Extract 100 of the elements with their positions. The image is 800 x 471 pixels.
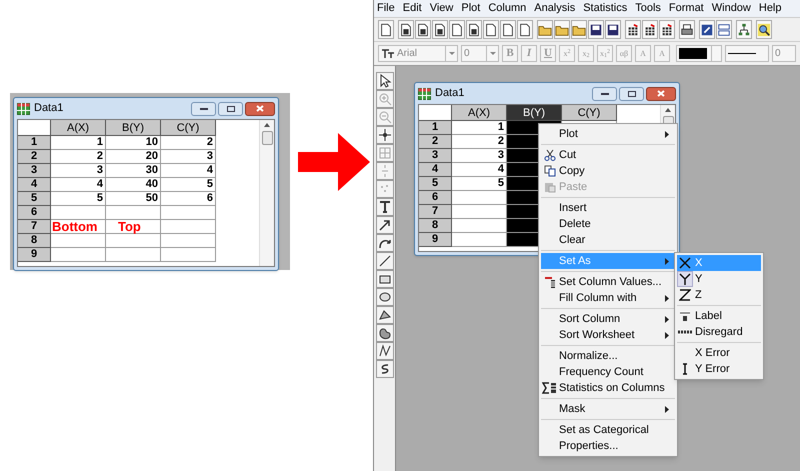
toolbar-button[interactable] [588,20,604,39]
maximize-button[interactable] [619,86,644,100]
tool-button[interactable] [376,324,394,342]
toolbar-button[interactable] [699,20,715,39]
menu-item[interactable]: Tools [635,0,661,17]
row-header[interactable]: 9 [419,233,452,247]
tool-button[interactable] [376,342,394,360]
row-header[interactable]: 3 [18,164,51,178]
toolbar-button[interactable] [415,20,431,39]
minimize-button[interactable] [592,86,617,100]
menu-item[interactable]: Column [488,0,526,17]
tool-button[interactable] [376,270,394,288]
menu-item[interactable]: Y Error [677,361,761,377]
row-header[interactable]: 3 [419,149,452,163]
row-header[interactable]: 8 [18,234,51,248]
scroll-thumb[interactable] [262,131,272,145]
toolbar-button[interactable] [466,20,482,39]
toolbar-button[interactable] [642,20,658,39]
menu-item[interactable]: File [377,0,395,17]
close-button[interactable] [245,102,275,116]
menu-item[interactable]: Label [677,308,761,324]
tool-button[interactable] [376,216,394,234]
toolbar-button[interactable] [756,20,772,39]
menu-item[interactable]: Y [677,271,761,287]
menu-item[interactable]: Properties... [541,438,675,454]
tool-button[interactable] [376,126,394,144]
toolbar-button[interactable] [736,20,752,39]
toolbar-button[interactable] [378,20,394,39]
menu-item[interactable]: Clear [541,232,675,248]
menu-item[interactable]: Set Column Values... [541,274,675,290]
menu-item[interactable]: Window [712,0,751,17]
menu-item[interactable]: Z [677,287,761,303]
toolbar-button[interactable] [500,20,516,39]
row-header[interactable]: 6 [18,206,51,220]
color-dropdown[interactable] [676,45,722,62]
toolbar-button[interactable] [483,20,499,39]
menu-item[interactable]: Plot [541,126,675,142]
row-header[interactable]: 1 [18,136,51,150]
menu-item[interactable]: Sort Worksheet [541,327,675,343]
row-header[interactable]: 6 [419,191,452,205]
menu-item[interactable]: Disregard [677,324,761,340]
tool-button[interactable] [376,252,394,270]
menu-item[interactable]: Statistics [583,0,628,17]
toolbar-button[interactable] [537,20,553,39]
menu-item[interactable]: Normalize... [541,348,675,364]
row-header[interactable]: 5 [419,177,452,191]
toolbar-button[interactable] [716,20,732,39]
table-corner[interactable] [18,120,51,136]
toolbar-button[interactable] [432,20,448,39]
menu-item[interactable]: Help [758,0,782,17]
row-header[interactable]: 2 [18,150,51,164]
toolbar-button[interactable] [679,20,695,39]
row-header[interactable]: 7 [18,220,51,234]
column-header[interactable]: A(X) [51,120,106,136]
maximize-button[interactable] [218,102,243,116]
minimize-button[interactable] [191,102,216,116]
menu-item[interactable]: Edit [402,0,422,17]
tool-button[interactable] [376,234,394,252]
tool-button[interactable] [376,198,394,216]
menu-item[interactable]: Set as Categorical [541,422,675,438]
tool-button[interactable] [376,306,394,324]
column-header[interactable]: C(Y) [562,105,617,121]
row-header[interactable]: 7 [419,205,452,219]
toolbar-button[interactable] [605,20,621,39]
row-header[interactable]: 2 [419,135,452,149]
table-corner[interactable] [419,105,452,121]
menu-item[interactable]: View [430,0,454,17]
menu-item[interactable]: Statistics on Columns [541,380,675,396]
line-style-dropdown[interactable] [725,45,769,62]
menu-item[interactable]: Sort Column [541,311,675,327]
toolbar-button[interactable] [571,20,587,39]
row-header[interactable]: 5 [18,192,51,206]
row-header[interactable]: 4 [18,178,51,192]
toolbar-button[interactable] [554,20,570,39]
column-header[interactable]: A(X) [452,105,507,121]
toolbar-button[interactable] [449,20,465,39]
tool-button[interactable] [376,360,394,378]
tool-button[interactable] [376,72,394,90]
menu-item[interactable]: Copy [541,163,675,179]
toolbar-button[interactable] [659,20,675,39]
menu-item[interactable]: Cut [541,147,675,163]
column-header[interactable]: C(Y) [161,120,216,136]
column-header[interactable]: B(Y) [507,105,562,121]
tool-button[interactable] [376,288,394,306]
menu-item[interactable]: X Error [677,345,761,361]
row-header[interactable]: 4 [419,163,452,177]
menu-item[interactable]: Delete [541,216,675,232]
menu-item[interactable]: Format [668,0,704,17]
scrollbar[interactable] [259,120,274,266]
row-header[interactable]: 9 [18,248,51,262]
toolbar-button[interactable] [625,20,641,39]
row-header[interactable]: 1 [419,121,452,135]
menu-item[interactable]: Plot [461,0,480,17]
toolbar-button[interactable] [517,20,533,39]
menu-item[interactable]: Analysis [534,0,576,17]
close-button[interactable] [646,86,676,100]
menu-item[interactable]: Insert [541,200,675,216]
column-header[interactable]: B(Y) [106,120,161,136]
row-header[interactable]: 8 [419,219,452,233]
toolbar-button[interactable] [398,20,414,39]
